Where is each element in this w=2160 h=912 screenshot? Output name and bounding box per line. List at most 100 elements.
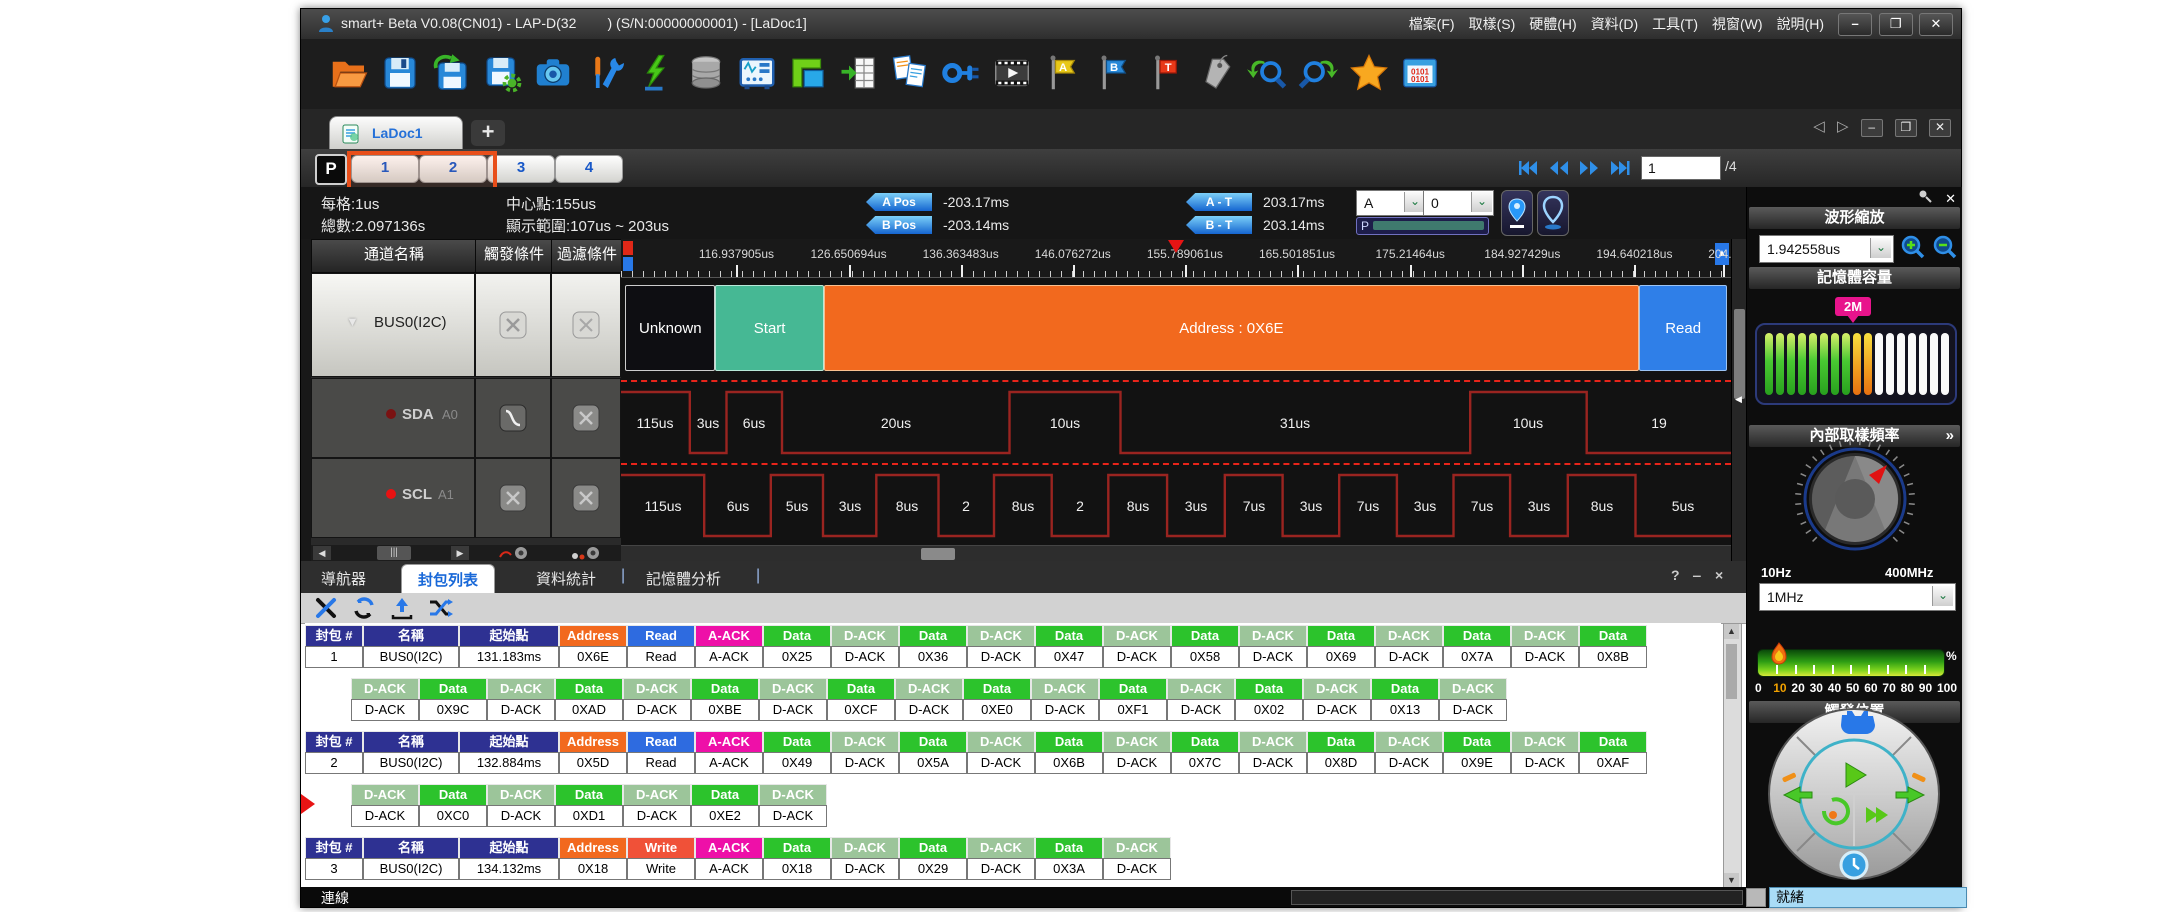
new-tab-button[interactable]: + (471, 120, 505, 146)
trigger-x-icon[interactable] (498, 483, 528, 513)
sda-filter-cell[interactable] (551, 378, 621, 458)
chevron-down-icon[interactable]: ⌄ (1932, 586, 1953, 606)
sda-waveform[interactable]: 115us3us6us20us10us31us10us19 (621, 380, 1731, 463)
minimize-button[interactable]: – (1838, 13, 1872, 36)
tag-label-icon[interactable] (1196, 53, 1236, 93)
next-page-button[interactable] (1576, 158, 1602, 178)
expand-arrows-icon[interactable]: » (1946, 425, 1954, 447)
edge-trigger-icon[interactable] (498, 403, 528, 433)
menu-item-2[interactable]: 硬體(H) (1529, 14, 1576, 34)
zoom-undo-icon[interactable] (1247, 53, 1287, 93)
bus-filter-cell[interactable] (551, 273, 621, 377)
save-icon[interactable] (380, 53, 420, 93)
zoom-value-select[interactable]: 1.942558us ⌄ (1759, 235, 1894, 263)
zoom-in-icon[interactable] (1899, 234, 1926, 261)
export-data-icon[interactable] (839, 53, 879, 93)
scroll-down-icon[interactable]: ▼ (1724, 873, 1739, 888)
waveform-v-scrollbar[interactable]: ◀ (1731, 239, 1747, 561)
bus-decode-row[interactable]: UnknownStartAddress : 0X6ERead (621, 279, 1731, 377)
flag-t-icon[interactable]: T (1145, 53, 1185, 93)
pane-minimize-button[interactable]: – (1861, 119, 1883, 137)
chevron-down-icon[interactable]: ⌄ (1404, 192, 1425, 212)
marker-flag-icon[interactable] (623, 257, 633, 271)
panel-expand-icon[interactable]: ◀ (1735, 394, 1742, 405)
pane-close-button[interactable]: × (1715, 567, 1723, 583)
decode-segment-unknown[interactable]: Unknown (625, 285, 715, 371)
trigger-x-icon[interactable] (498, 310, 528, 340)
tab-memory-analysis[interactable]: 記憶體分析 (646, 568, 721, 589)
binary-view-icon[interactable]: 01010101 (1400, 53, 1440, 93)
trigger-condition-header[interactable]: 觸發條件 (475, 239, 553, 273)
menu-item-0[interactable]: 檔案(F) (1409, 14, 1455, 34)
h-scroll-thumb[interactable] (921, 548, 955, 560)
scl-row-name[interactable]: SCL A1 (311, 458, 475, 538)
refresh-icon[interactable] (351, 595, 377, 621)
last-page-button[interactable] (1606, 158, 1632, 178)
pane-restore-button[interactable]: ❐ (1895, 119, 1917, 137)
tools-icon[interactable] (584, 53, 624, 93)
flag-a-icon[interactable]: A (1043, 53, 1083, 93)
collapse-triangle-icon[interactable]: ▼ (346, 314, 359, 329)
a-pos-badge[interactable]: A Pos (866, 193, 932, 211)
tab-scroll-right-icon[interactable]: ▷ (1837, 118, 1849, 135)
decode-segment-read[interactable]: Read (1639, 285, 1728, 371)
save-as-icon[interactable] (431, 53, 471, 93)
scroll-up-icon[interactable]: ▲ (1724, 624, 1739, 639)
page-button-4[interactable]: 4 (555, 155, 623, 183)
goto-marker-button[interactable] (1501, 190, 1533, 236)
flame-marker-icon[interactable] (1770, 642, 1788, 673)
marker-select[interactable]: A⌄ (1356, 190, 1427, 216)
decode-segment-address-0x6e[interactable]: Address : 0X6E (824, 285, 1639, 371)
scl-filter-cell[interactable] (551, 458, 621, 538)
pane-minimize-button[interactable]: ‒ (1693, 567, 1701, 583)
marker-index-select[interactable]: 0⌄ (1423, 190, 1494, 216)
tab-ladoc1[interactable]: LaDoc1 (329, 116, 463, 150)
frequency-knob[interactable] (1791, 435, 1919, 563)
export-packets-icon[interactable] (389, 595, 415, 621)
open-file-icon[interactable] (329, 53, 369, 93)
page-button-3[interactable]: 3 (487, 155, 555, 183)
pane-help-button[interactable]: ? (1671, 567, 1680, 583)
scl-trigger-cell[interactable] (475, 458, 551, 538)
pane-close-button[interactable]: ✕ (1929, 119, 1951, 137)
close-button[interactable]: ✕ (1919, 13, 1953, 36)
menu-item-3[interactable]: 資料(D) (1591, 14, 1638, 34)
v-scroll-thumb[interactable] (1734, 309, 1745, 399)
scroll-thumb[interactable] (1726, 644, 1737, 699)
waveform-h-scrollbar[interactable] (621, 545, 1731, 561)
channel-panel-scrollbar[interactable]: ◀ ||| ▶ (311, 545, 621, 561)
prev-page-button[interactable] (1546, 158, 1572, 178)
waveform-area[interactable]: ▲ 116.937905us126.650694us136.363483us14… (621, 239, 1731, 561)
chevron-down-icon[interactable]: ⌄ (1471, 192, 1492, 212)
filter-x-icon[interactable] (571, 483, 601, 513)
flag-b-icon[interactable]: B (1094, 53, 1134, 93)
filter-condition-header[interactable]: 過濾條件 (551, 239, 623, 273)
tab-navigator[interactable]: 導航器 (321, 568, 366, 589)
scroll-thumb[interactable]: ||| (377, 546, 411, 560)
menu-item-5[interactable]: 視窗(W) (1712, 14, 1763, 34)
memory-database-icon[interactable] (686, 53, 726, 93)
p-mode-button[interactable]: P (315, 154, 347, 185)
sidebar-close-icon[interactable]: ✕ (1945, 191, 1956, 206)
sda-row-name[interactable]: SDA A0 (311, 378, 475, 458)
shuffle-icon[interactable] (427, 595, 453, 621)
tab-data-statistics[interactable]: 資料統計 (536, 568, 596, 589)
b-pos-badge[interactable]: B Pos (866, 216, 932, 234)
filter-x-icon[interactable] (571, 403, 601, 433)
restore-button[interactable]: ❐ (1879, 13, 1913, 36)
trigger-flash-icon[interactable] (635, 53, 675, 93)
navigation-pad[interactable] (1762, 707, 1947, 885)
packet-table[interactable]: 封包 #1名稱BUS0(I2C)起始點131.183msAddress0X6ER… (305, 623, 1721, 887)
scl-waveform[interactable]: 115us6us5us3us8us28us28us3us7us3us7us3us… (621, 463, 1731, 546)
page-number-input[interactable]: 1 (1641, 156, 1721, 180)
sda-trigger-cell[interactable] (475, 378, 551, 458)
trigger-position-marker[interactable] (1168, 240, 1184, 253)
trigger-position-bar[interactable] (1757, 649, 1945, 677)
instrument-icon[interactable] (737, 53, 777, 93)
zoom-out-icon[interactable] (1931, 234, 1958, 261)
scroll-left-icon[interactable]: ◀ (313, 546, 331, 560)
frequency-select[interactable]: 1MHz ⌄ (1759, 583, 1956, 611)
pin-icon[interactable] (1917, 190, 1933, 207)
scroll-right-icon[interactable]: ▶ (451, 546, 469, 560)
resize-grip[interactable] (1746, 888, 1766, 907)
